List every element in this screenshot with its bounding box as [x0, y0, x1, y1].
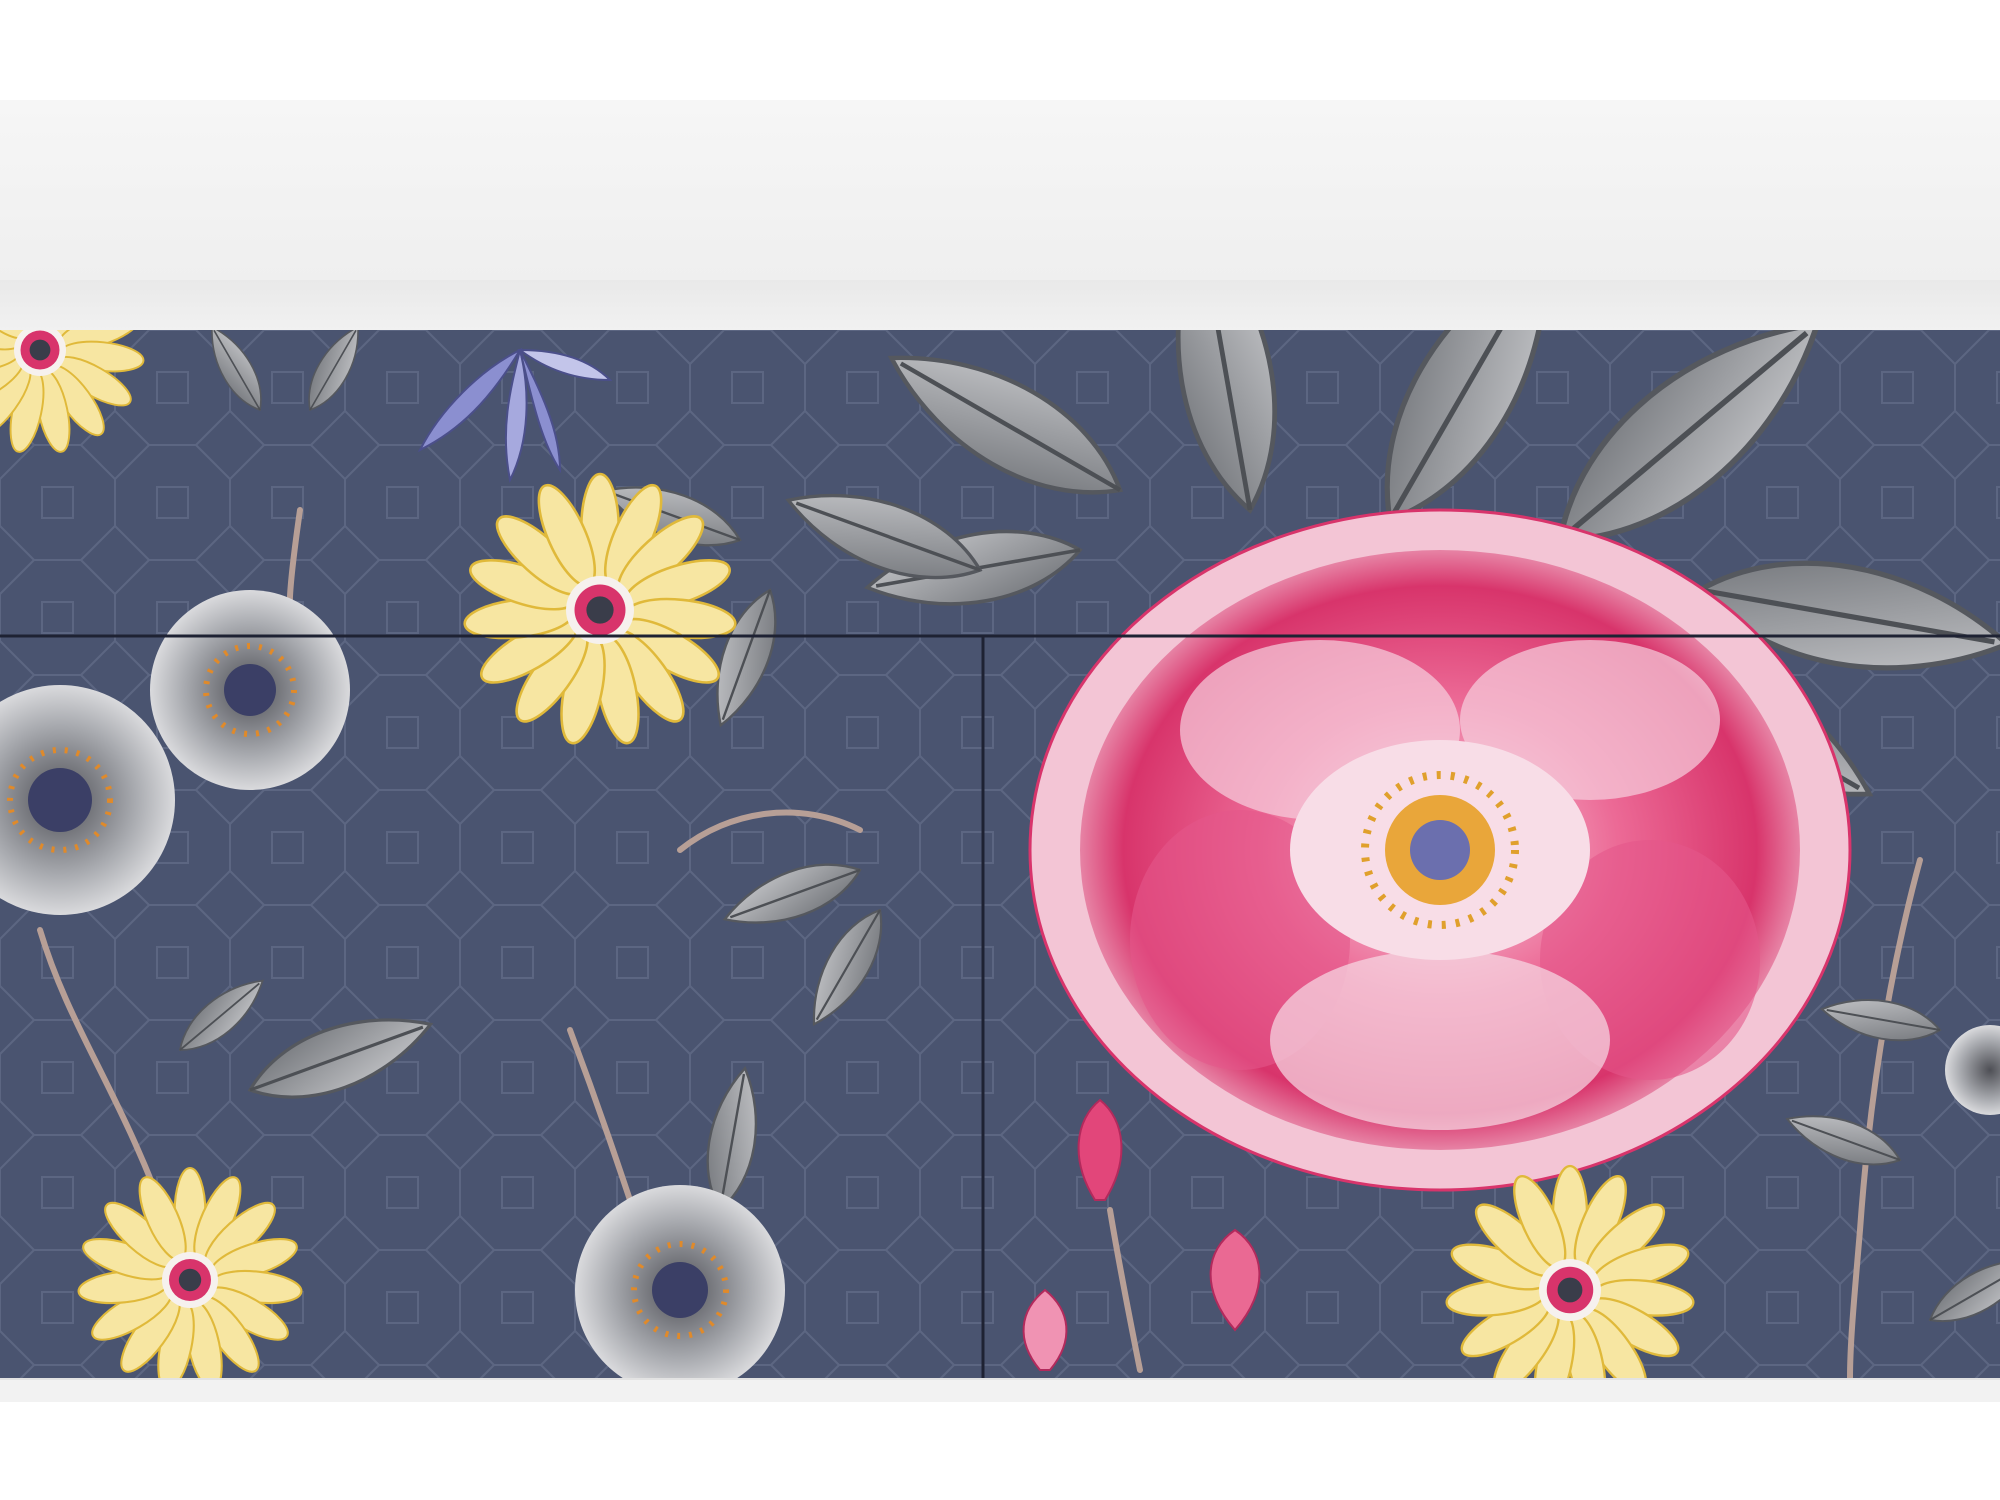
floral-print — [0, 330, 2000, 1378]
product-photo — [0, 0, 2000, 1500]
pink-peony — [1028, 508, 1852, 1192]
cabinet-top-edge — [0, 280, 2000, 330]
cabinet-front — [0, 330, 2000, 1378]
cabinet-base-edge — [0, 1378, 2000, 1402]
cabinet-top-surface — [0, 100, 2000, 280]
